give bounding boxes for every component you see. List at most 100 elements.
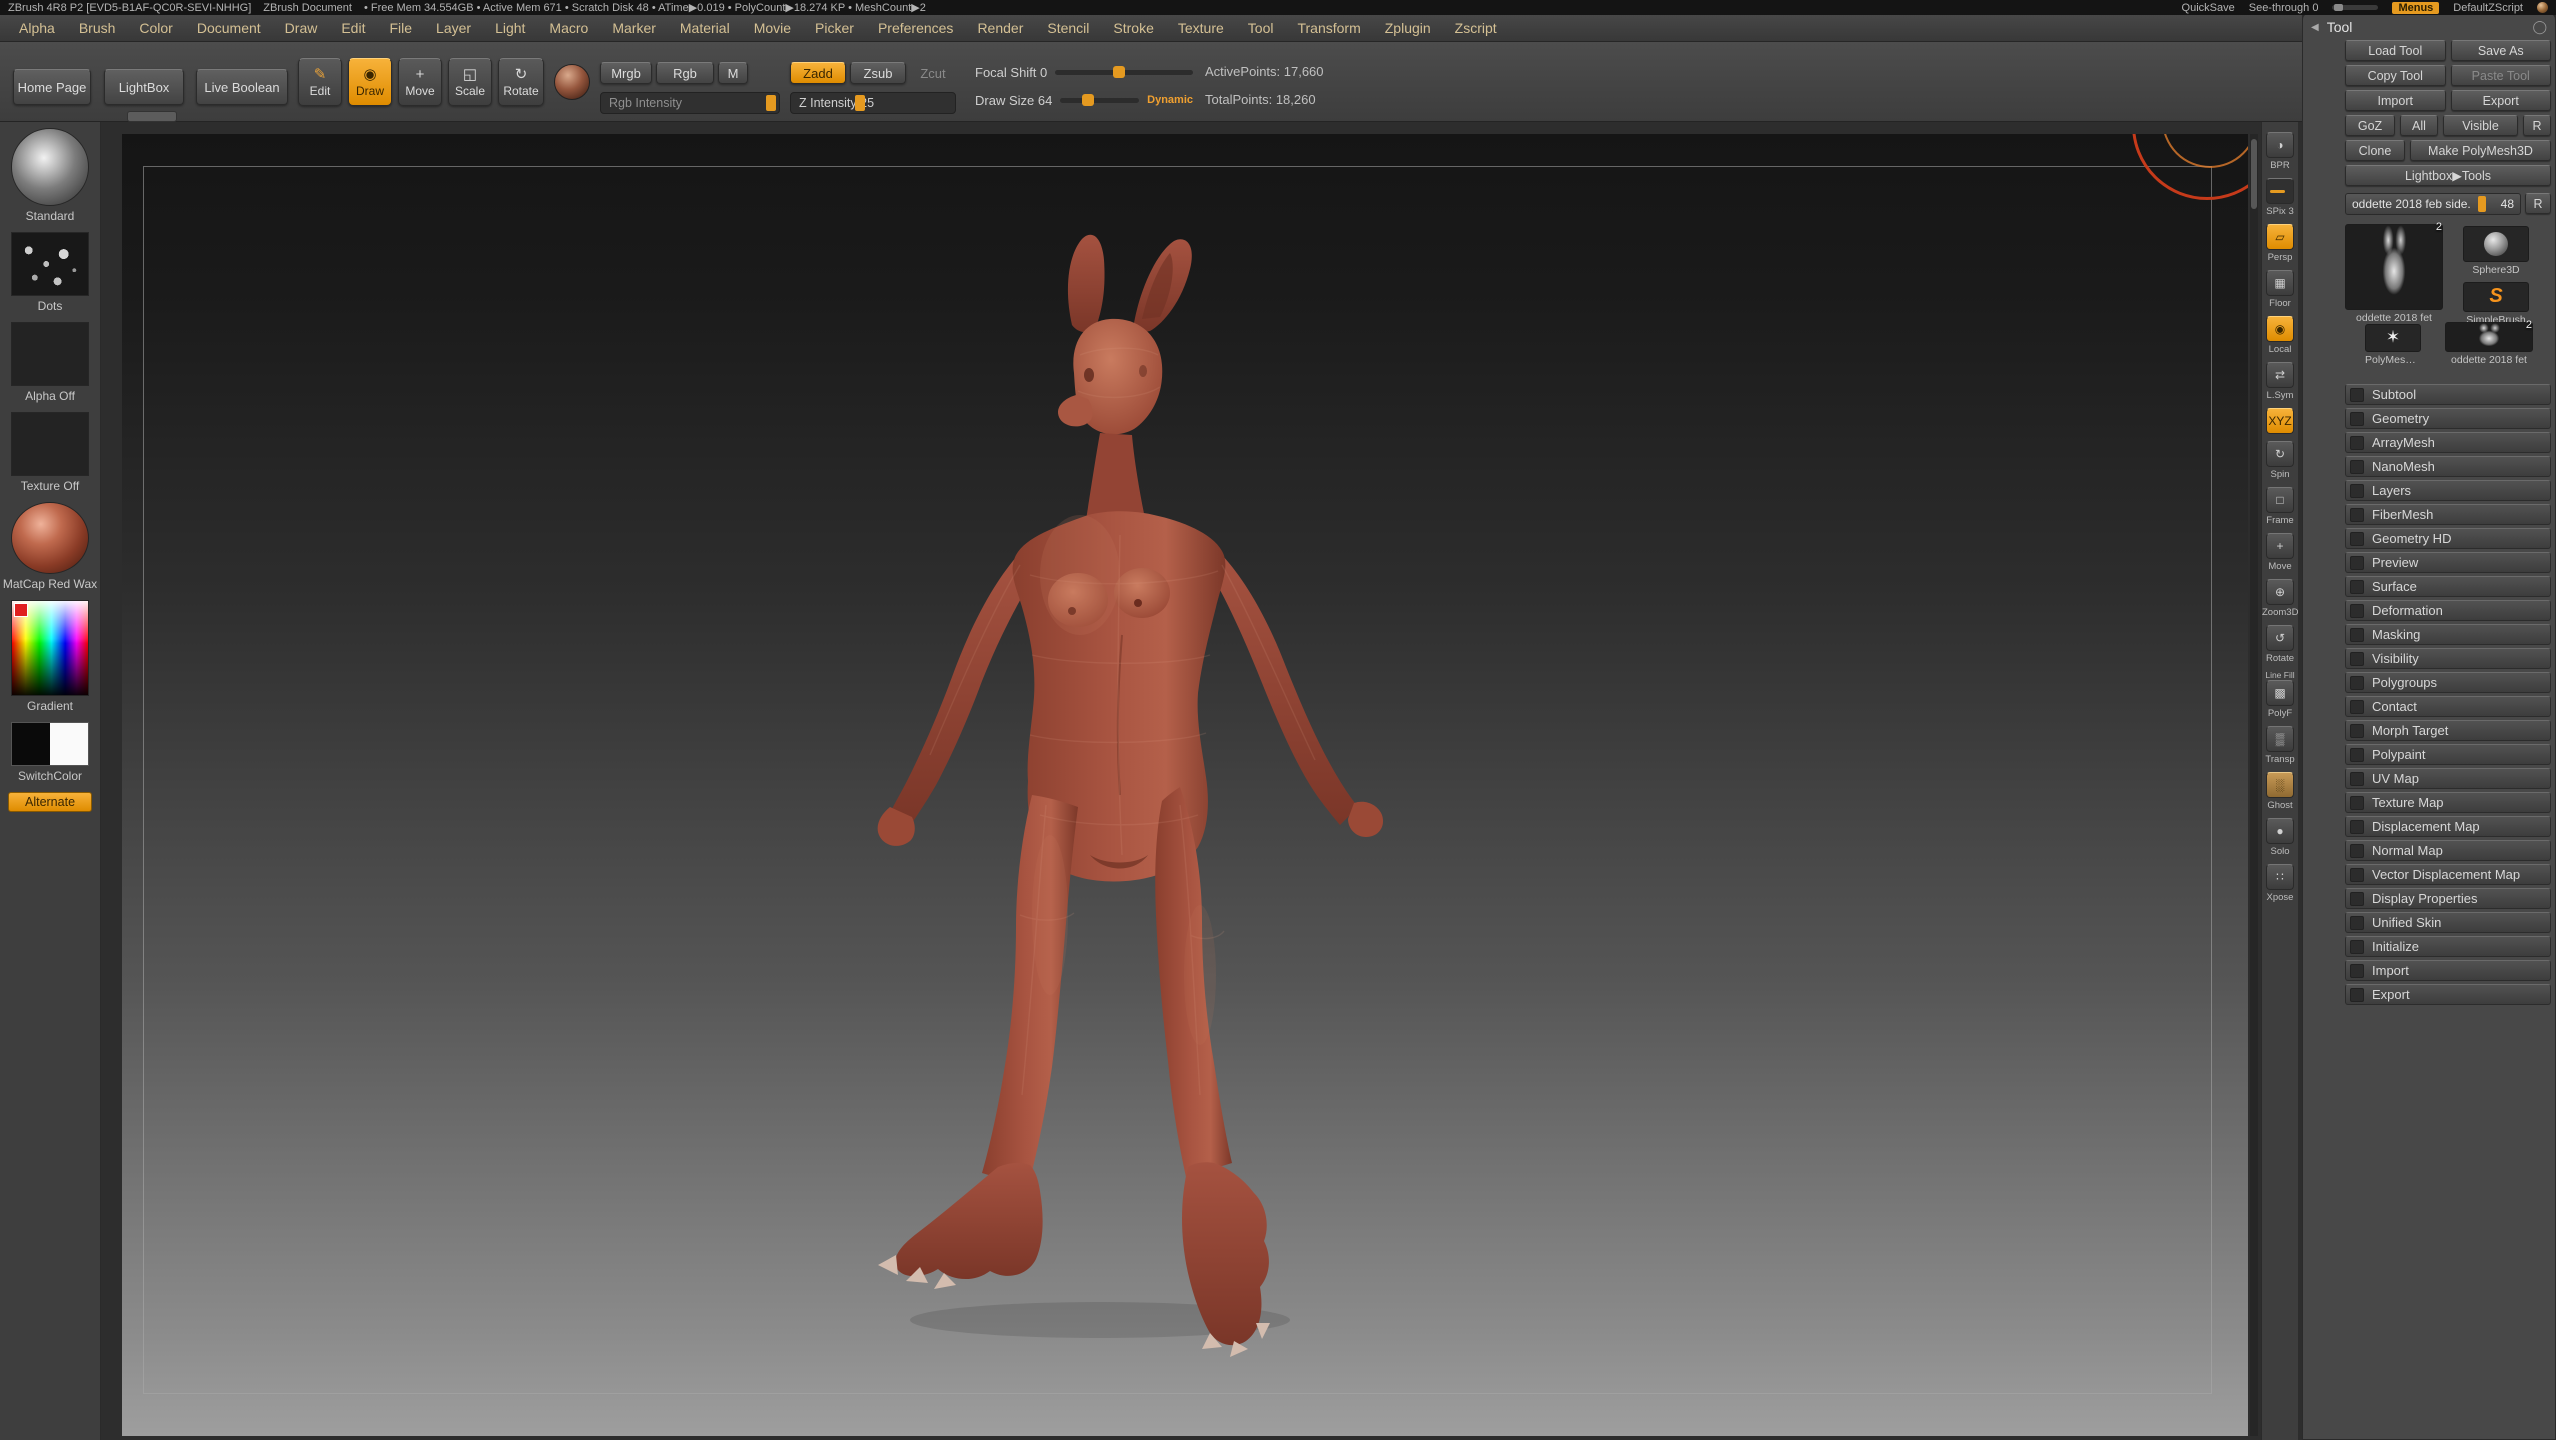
mrgb-button[interactable]: Mrgb — [600, 62, 652, 84]
left-shelf-item[interactable]: Gradient — [0, 600, 100, 713]
right-shelf-item[interactable]: ◉ Local — [2262, 316, 2298, 355]
menu-item[interactable]: Edit — [332, 17, 374, 39]
tool-section-header[interactable]: Unified Skin — [2345, 912, 2551, 933]
right-shelf-icon[interactable]: ▒ — [2266, 726, 2294, 752]
quicksave-button[interactable]: QuickSave — [2182, 2, 2235, 14]
load-tool-button[interactable]: Load Tool — [2345, 40, 2446, 61]
menu-item[interactable]: Macro — [540, 17, 597, 39]
left-shelf-item[interactable]: Dots — [0, 232, 100, 313]
restore-r-button[interactable]: R — [2525, 193, 2551, 214]
document-canvas[interactable] — [122, 134, 2248, 1436]
right-shelf-icon[interactable]: ⊕ — [2266, 579, 2294, 605]
left-shelf-item[interactable]: SwitchColor — [0, 722, 100, 783]
tool-section-header[interactable]: UV Map — [2345, 768, 2551, 789]
home-page-button[interactable]: Home Page — [13, 69, 91, 105]
menu-item[interactable]: Layer — [427, 17, 480, 39]
canvas-scrollbar[interactable] — [2250, 134, 2258, 1436]
menu-item[interactable]: Render — [968, 17, 1032, 39]
tool-thumbnail-image[interactable] — [2463, 226, 2529, 262]
right-shelf-icon[interactable]: + — [2266, 533, 2294, 559]
tool-thumbnail-image[interactable] — [2445, 322, 2533, 352]
tool-thumbnail[interactable]: SimpleBrush — [2463, 282, 2529, 326]
active-tool-slider-tick[interactable] — [2478, 196, 2486, 212]
tool-section-header[interactable]: Surface — [2345, 576, 2551, 597]
tool-thumbnail-image[interactable] — [2365, 324, 2421, 352]
right-shelf-icon[interactable]: XYZ — [2266, 408, 2294, 434]
right-shelf-icon[interactable]: ∷ — [2266, 864, 2294, 890]
draw-size-nub[interactable] — [1082, 94, 1094, 106]
tool-section-header[interactable]: Texture Map — [2345, 792, 2551, 813]
z-intensity-slider[interactable]: Z Intensity 25 — [790, 92, 956, 114]
right-shelf-item[interactable]: ∷ Xpose — [2262, 864, 2298, 903]
make-polymesh3d-button[interactable]: Make PolyMesh3D — [2410, 140, 2551, 161]
tool-thumbnail-image[interactable] — [2345, 224, 2443, 310]
alternate-button[interactable]: Alternate — [8, 792, 92, 812]
tool-thumbnail[interactable]: PolyMesh3D — [2365, 324, 2421, 366]
edit-button[interactable]: ✎ Edit — [298, 58, 342, 106]
tool-section-header[interactable]: Deformation — [2345, 600, 2551, 621]
menu-item[interactable]: Stroke — [1104, 17, 1162, 39]
tool-section-header[interactable]: Normal Map — [2345, 840, 2551, 861]
left-shelf-thumbnail[interactable] — [11, 128, 89, 206]
active-tool-slider[interactable]: oddette 2018 feb side. 48 — [2345, 193, 2521, 215]
right-shelf-item[interactable]: XYZ — [2262, 408, 2298, 434]
draw-button[interactable]: ◉ Draw — [348, 58, 392, 106]
dynamic-toggle[interactable]: Dynamic — [1147, 94, 1193, 106]
tool-section-header[interactable]: NanoMesh — [2345, 456, 2551, 477]
left-shelf-thumbnail[interactable] — [11, 412, 89, 476]
tool-section-header[interactable]: Displacement Map — [2345, 816, 2551, 837]
tray-divider-handle[interactable] — [127, 111, 177, 122]
import-button[interactable]: Import — [2345, 90, 2446, 111]
right-shelf-icon[interactable]: ░ — [2266, 772, 2294, 798]
right-shelf-item[interactable]: □ Frame — [2262, 487, 2298, 526]
left-shelf-thumbnail[interactable] — [11, 722, 89, 766]
left-shelf-thumbnail[interactable] — [11, 232, 89, 296]
focal-shift-slider[interactable]: Focal Shift 0 — [975, 62, 1193, 82]
tool-section-header[interactable]: FiberMesh — [2345, 504, 2551, 525]
right-shelf-icon[interactable]: ↻ — [2266, 441, 2294, 467]
menu-item[interactable]: Draw — [276, 17, 327, 39]
right-shelf-item[interactable]: ● Solo — [2262, 818, 2298, 857]
move-button[interactable]: + Move — [398, 58, 442, 106]
left-shelf-item[interactable]: Texture Off — [0, 412, 100, 493]
tool-section-header[interactable]: Preview — [2345, 552, 2551, 573]
export-button[interactable]: Export — [2451, 90, 2552, 111]
tool-thumbnail-image[interactable] — [2463, 282, 2529, 312]
left-shelf-item[interactable]: Standard — [0, 128, 100, 223]
left-shelf-item[interactable]: Alpha Off — [0, 322, 100, 403]
menu-item[interactable]: Zplugin — [1376, 17, 1440, 39]
menu-item[interactable]: Marker — [603, 17, 665, 39]
right-shelf-item[interactable]: + Move — [2262, 533, 2298, 572]
tool-section-header[interactable]: Initialize — [2345, 936, 2551, 957]
menu-item[interactable]: Color — [130, 17, 181, 39]
left-shelf-thumbnail[interactable] — [11, 322, 89, 386]
see-through-label[interactable]: See-through 0 — [2249, 2, 2319, 14]
live-boolean-button[interactable]: Live Boolean — [196, 69, 288, 105]
right-shelf-icon[interactable]: ▱ — [2266, 224, 2294, 250]
current-material-thumbnail[interactable] — [554, 64, 590, 100]
right-shelf-icon[interactable]: ● — [2266, 818, 2294, 844]
rgb-button[interactable]: Rgb — [656, 62, 714, 84]
see-through-nub[interactable] — [2334, 4, 2343, 11]
focal-shift-groove[interactable] — [1055, 70, 1193, 75]
see-through-slider[interactable] — [2332, 5, 2378, 10]
right-shelf-item[interactable]: ▒ Transp — [2262, 726, 2298, 765]
right-shelf-item[interactable]: ▱ Persp — [2262, 224, 2298, 263]
menu-item[interactable]: Tool — [1239, 17, 1283, 39]
tool-section-header[interactable]: Geometry — [2345, 408, 2551, 429]
right-shelf-item[interactable]: ◑ BPR — [2262, 132, 2298, 171]
right-shelf-icon[interactable]: □ — [2266, 487, 2294, 513]
lightbox-button[interactable]: LightBox — [104, 69, 184, 105]
menu-item[interactable]: Picker — [806, 17, 863, 39]
lightbox-tools-button[interactable]: Lightbox▶Tools — [2345, 165, 2551, 186]
right-shelf-icon[interactable]: ▦ — [2266, 270, 2294, 296]
menu-item[interactable]: Material — [671, 17, 739, 39]
right-shelf-item[interactable]: ↻ Spin — [2262, 441, 2298, 480]
goz-r-button[interactable]: R — [2523, 115, 2551, 136]
zcut-button[interactable]: Zcut — [910, 62, 956, 84]
canvas-scrollbar-thumb[interactable] — [2251, 139, 2257, 209]
z-intensity-nub[interactable] — [855, 95, 865, 111]
draw-size-groove[interactable] — [1060, 98, 1139, 103]
right-shelf-item[interactable]: ▦ Floor — [2262, 270, 2298, 309]
menu-item[interactable]: Stencil — [1038, 17, 1098, 39]
